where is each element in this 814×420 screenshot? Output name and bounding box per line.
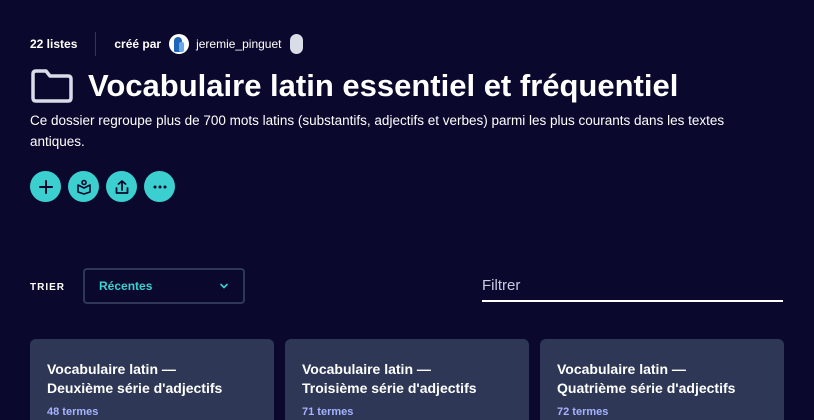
set-card[interactable]: Vocabulaire latin — Quatrième série d'ad… [540, 339, 784, 420]
sort-dropdown[interactable]: Récentes [83, 268, 245, 304]
avatar[interactable] [169, 34, 190, 54]
creator-label: créé par [114, 37, 162, 51]
action-bar [30, 171, 175, 202]
chevron-down-icon [220, 283, 228, 289]
meta-divider [95, 32, 97, 56]
study-button[interactable] [68, 171, 99, 202]
study-icon [76, 179, 91, 195]
set-card-term-count: 48 termes [47, 406, 99, 418]
add-button[interactable] [30, 171, 61, 202]
folder-meta: 22 listes créé par jeremie_pinguet [30, 32, 304, 56]
page-title: Vocabulaire latin essentiel et fréquenti… [88, 68, 679, 103]
more-options-button[interactable] [144, 171, 175, 202]
set-card[interactable]: Vocabulaire latin — Deuxième série d'adj… [30, 339, 274, 420]
folder-icon [31, 69, 73, 103]
set-list: Vocabulaire latin — Deuxième série d'adj… [30, 339, 784, 420]
list-count: 22 listes [30, 37, 78, 51]
filter-input[interactable] [482, 270, 783, 302]
sort-selected-value: Récentes [99, 279, 153, 293]
more-icon [153, 185, 166, 188]
share-button[interactable] [106, 171, 137, 202]
plus-icon [38, 179, 53, 194]
set-card[interactable]: Vocabulaire latin — Troisième série d'ad… [285, 339, 529, 420]
set-card-title: Vocabulaire latin — Troisième série d'ad… [302, 361, 477, 396]
set-card-term-count: 72 termes [557, 406, 609, 418]
folder-description: Ce dossier regroupe plus de 700 mots lat… [30, 113, 725, 149]
set-card-title: Vocabulaire latin — Quatrième série d'ad… [557, 361, 736, 396]
creator-name-link[interactable]: jeremie_pinguet [196, 37, 281, 51]
title-row: Vocabulaire latin essentiel et fréquenti… [30, 68, 678, 104]
set-card-term-count: 71 termes [302, 406, 354, 418]
set-card-title: Vocabulaire latin — Deuxième série d'adj… [47, 361, 223, 396]
creator-badge [290, 34, 304, 54]
sort-label: TRIER [30, 282, 65, 293]
share-icon [115, 179, 128, 194]
